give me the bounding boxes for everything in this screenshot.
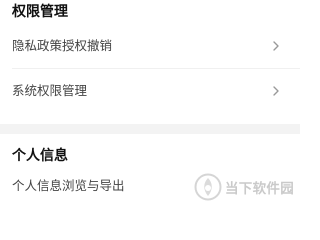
watermark-text: 当下软件园 [225,181,294,197]
dangxia-logo-icon [194,173,222,201]
section-title-personal-info: 个人信息 [12,148,68,164]
personal-info-browse-export-label: 个人信息浏览与导出 [12,178,125,193]
system-permission-management-item[interactable]: 系统权限管理 [0,69,300,113]
chevron-right-icon [270,85,282,97]
system-permission-management-label: 系统权限管理 [12,83,88,98]
watermark: 当下软件园 [194,170,294,204]
privacy-policy-revoke-item[interactable]: 隐私政策授权撤销 [0,24,300,68]
section-separator [0,124,300,134]
chevron-right-icon [270,40,282,52]
section-title-permission-management: 权限管理 [12,4,68,20]
privacy-policy-revoke-label: 隐私政策授权撤销 [12,38,113,53]
permission-management-section: 权限管理 隐私政策授权撤销 系统权限管理 [0,0,300,124]
